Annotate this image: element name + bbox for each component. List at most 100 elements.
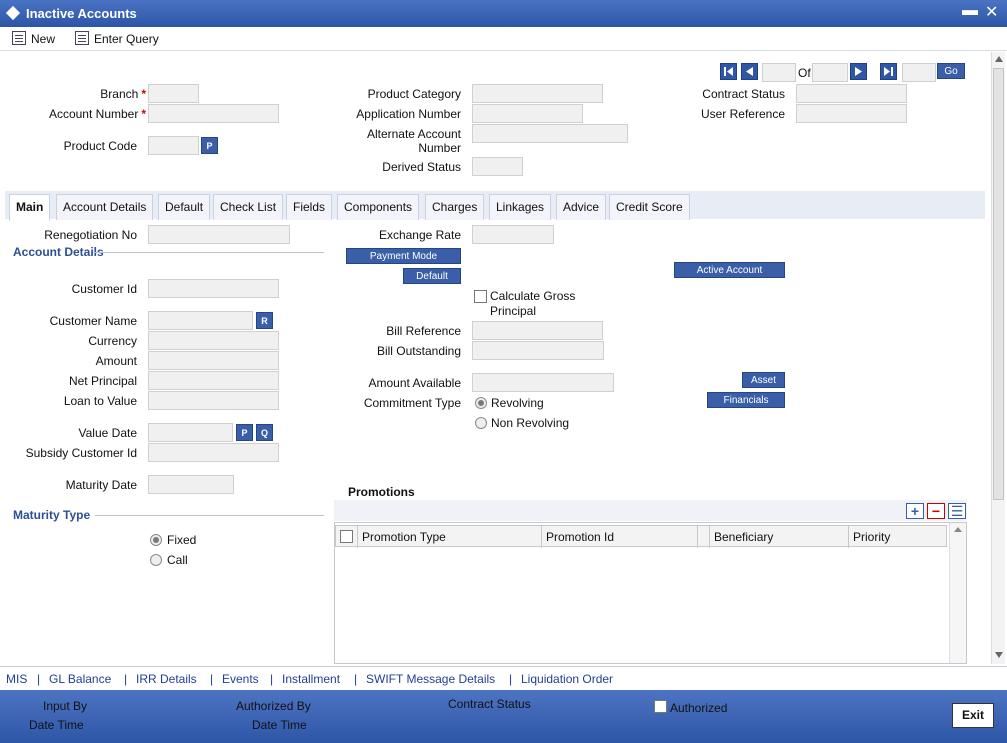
column-header-promotion-id[interactable]: Promotion Id [542,526,698,548]
current-record-field[interactable] [762,63,796,82]
value-date-p-button[interactable]: P [236,424,253,441]
exit-button[interactable]: Exit [952,703,994,728]
bill-outstanding-label: Bill Outstanding [376,344,461,358]
last-record-button[interactable] [880,63,897,80]
new-button[interactable]: New [12,31,55,46]
application-number-field[interactable] [472,104,583,123]
column-header-beneficiary[interactable]: Beneficiary [710,526,849,548]
link-mis[interactable]: MIS [6,672,27,686]
tab-charges[interactable]: Charges [425,194,485,220]
go-button[interactable]: Go [937,63,965,79]
bill-outstanding-field[interactable] [472,341,604,360]
link-events[interactable]: Events [222,672,259,686]
customer-name-lov-button[interactable]: R [256,312,273,329]
branch-field[interactable] [148,84,199,103]
single-view-icon[interactable]: ☰ [948,503,966,519]
renegotiation-no-field[interactable] [148,225,290,244]
product-code-lov-button[interactable]: P [201,137,218,154]
account-number-field[interactable] [148,104,279,123]
minimize-icon[interactable]: ▬ [962,2,978,20]
tab-default[interactable]: Default [158,194,211,220]
fixed-radio[interactable] [150,534,162,546]
link-separator: | [354,672,358,686]
link-irr-details[interactable]: IRR Details [136,672,197,686]
tab-advice[interactable]: Advice [556,194,607,220]
section-divider [95,515,324,516]
tab-components[interactable]: Components [337,194,420,220]
alternate-account-number-field[interactable] [472,124,628,143]
select-all-checkbox[interactable] [340,530,353,543]
default-button[interactable]: Default [403,268,461,284]
new-document-icon [12,31,26,45]
column-header-priority[interactable]: Priority [849,526,948,548]
delete-row-icon[interactable]: − [927,503,945,519]
total-records-field[interactable] [812,63,848,82]
net-principal-field[interactable] [148,371,279,390]
alternate-account-label: Alternate Account [366,127,461,141]
go-record-field[interactable] [902,63,936,82]
link-liquidation-order[interactable]: Liquidation Order [521,672,613,686]
link-gl-balance[interactable]: GL Balance [49,672,111,686]
loan-to-value-label: Loan to Value [63,394,137,408]
window-title: Inactive Accounts [26,6,137,21]
asset-button[interactable]: Asset [742,372,785,388]
call-radio[interactable] [150,554,162,566]
loan-to-value-field[interactable] [148,391,279,410]
financials-button[interactable]: Financials [707,392,785,408]
customer-name-field[interactable] [148,311,253,330]
tab-check-list[interactable]: Check List [213,194,284,220]
amount-available-field[interactable] [472,373,614,392]
link-swift-message-details[interactable]: SWIFT Message Details [366,672,495,686]
product-category-field[interactable] [472,84,603,103]
derived-status-field[interactable] [472,157,523,176]
tab-linkages[interactable]: Linkages [489,194,552,220]
user-reference-field[interactable] [796,104,907,123]
column-header-promotion-type[interactable]: Promotion Type [358,526,542,548]
authorized-checkbox[interactable] [654,700,667,713]
bill-reference-field[interactable] [472,321,603,340]
of-label: Of [798,66,811,80]
link-separator: | [37,672,41,686]
customer-id-field[interactable] [148,279,279,298]
payment-mode-button[interactable]: Payment Mode [346,248,461,264]
value-date-label: Value Date [78,426,137,440]
tab-fields[interactable]: Fields [286,194,333,220]
close-icon[interactable]: ✕ [985,2,998,22]
first-record-button[interactable] [720,63,737,80]
subsidy-customer-id-field[interactable] [148,443,279,462]
enter-query-button[interactable]: Enter Query [75,31,159,46]
product-code-field[interactable] [148,136,199,155]
previous-record-button[interactable] [741,63,758,80]
active-account-button[interactable]: Active Account [674,262,785,278]
link-installment[interactable]: Installment [282,672,340,686]
scrollbar-thumb[interactable] [993,68,1004,500]
net-principal-label: Net Principal [68,374,137,388]
contract-status-field[interactable] [796,84,907,103]
currency-field[interactable] [148,331,279,350]
promotions-grid-scrollbar[interactable] [949,523,966,663]
bill-reference-label: Bill Reference [386,324,461,338]
auth-date-time-label: Date Time [252,718,307,732]
tab-account-details[interactable]: Account Details [56,194,154,220]
maturity-date-field[interactable] [148,475,234,494]
value-date-field[interactable] [148,423,233,442]
non-revolving-radio[interactable] [475,417,487,429]
amount-field[interactable] [148,351,279,370]
select-all-cell [336,526,358,548]
subsidy-customer-id-label: Subsidy Customer Id [25,446,137,460]
calculate-gross-principal-checkbox[interactable] [474,290,487,303]
promotions-grid-header: Promotion Type Promotion Id Beneficiary … [335,525,948,548]
next-record-button[interactable] [850,63,867,80]
contract-status-label: Contract Status [702,87,785,101]
promotions-grid: Promotion Type Promotion Id Beneficiary … [334,522,967,664]
required-mark: * [141,107,146,121]
value-date-q-button[interactable]: Q [256,424,273,441]
exchange-rate-field[interactable] [472,225,554,244]
tab-credit-score[interactable]: Credit Score [609,194,690,220]
revolving-radio[interactable] [475,397,487,409]
branch-label: Branch * [100,87,146,101]
form-vertical-scrollbar[interactable] [991,52,1005,664]
add-row-icon[interactable]: + [906,503,924,519]
toolbar: New Enter Query [0,27,1007,51]
tab-main[interactable]: Main [9,194,51,221]
